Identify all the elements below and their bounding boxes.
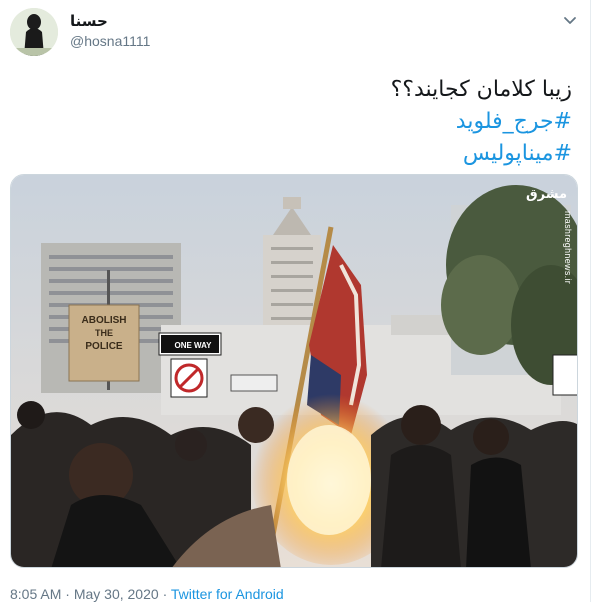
display-name[interactable]: حسنا — [70, 12, 108, 30]
watermark-logo: مشرق — [526, 187, 567, 202]
protest-photo: ABOLISH THE POLICE ONE WAY — [11, 175, 577, 567]
chevron-down-icon — [564, 17, 576, 24]
meta-separator: · — [162, 586, 168, 602]
tweet-menu-button[interactable] — [560, 10, 580, 30]
tweet-photo[interactable]: ABOLISH THE POLICE ONE WAY مشرق mashregh… — [10, 174, 578, 568]
avatar-image — [10, 8, 58, 56]
tweet-source-link[interactable]: Twitter for Android — [171, 586, 284, 602]
hashtag-minneapolis[interactable]: #میناپولیس — [52, 138, 572, 170]
sign-line-2: THE — [95, 328, 113, 338]
user-handle[interactable]: @hosna1111 — [70, 33, 150, 49]
tweet-card: حسنا @hosna1111 زیبا کلامان کجایند؟؟ #جر… — [0, 0, 591, 602]
tweet-time[interactable]: 8:05 AM — [10, 586, 61, 602]
one-way-sign: ONE WAY — [174, 341, 212, 350]
watermark-url: mashreghnews.ir — [563, 211, 573, 285]
meta-separator: · — [65, 586, 70, 602]
avatar[interactable] — [10, 8, 58, 56]
tweet-text: زیبا کلامان کجایند؟؟ — [390, 77, 572, 102]
tweet-meta: 8:05 AM · May 30, 2020 · Twitter for And… — [10, 586, 284, 602]
tweet-body: زیبا کلامان کجایند؟؟ #جرج_فلوید #میناپول… — [52, 74, 572, 170]
sign-line-1: ABOLISH — [82, 315, 127, 326]
sign-line-3: POLICE — [85, 341, 123, 352]
tweet-date[interactable]: May 30, 2020 — [74, 586, 159, 602]
hashtag-george-floyd[interactable]: #جرج_فلوید — [52, 106, 572, 138]
